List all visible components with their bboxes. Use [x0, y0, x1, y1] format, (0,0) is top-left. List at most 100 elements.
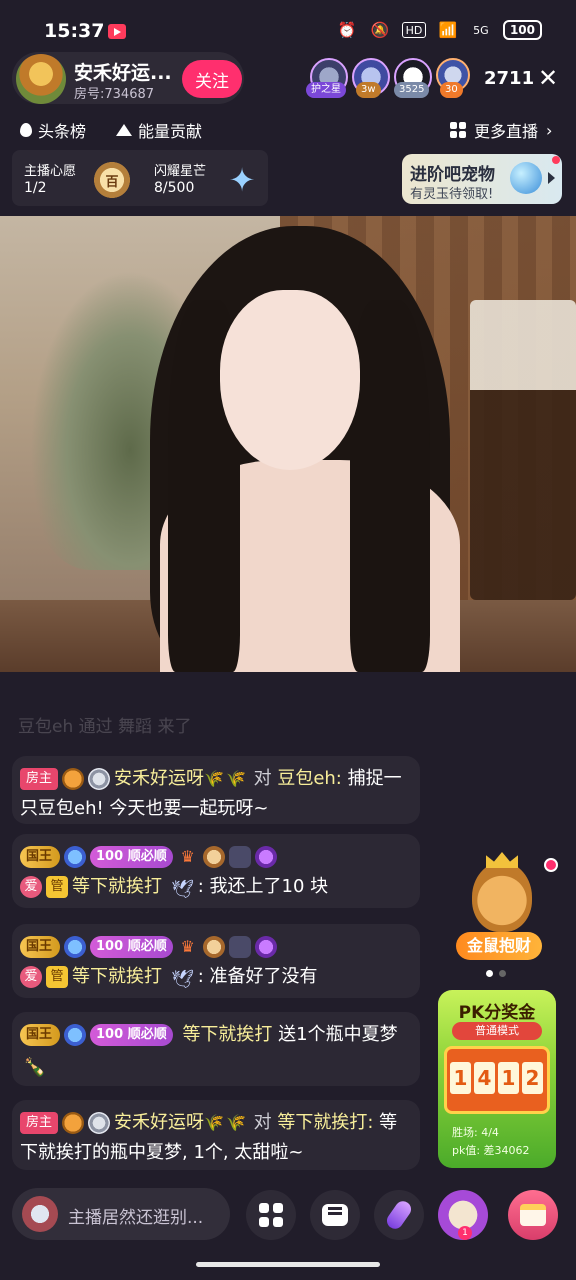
pk-mode: 普通模式	[452, 1022, 542, 1040]
guard-icon	[228, 936, 251, 958]
gift-icon	[520, 1204, 546, 1226]
bottle-gift-icon: 🍾	[23, 1057, 47, 1078]
pk-diff: pk值: 差34062	[452, 1144, 530, 1157]
love-tag: 爱	[20, 966, 42, 988]
star-icon: ✦	[228, 161, 256, 199]
bronze-medal-icon	[202, 936, 225, 958]
mic-icon	[383, 1198, 415, 1232]
chevron-right-icon: ›	[546, 120, 553, 140]
chat-message[interactable]: 房主 安禾好运呀🌾 🌾 对 等下就挨打: 等下就挨打的瓶中夏梦, 1个, 太甜啦~	[12, 1100, 420, 1170]
play-arrow-icon	[548, 172, 555, 184]
chat-message[interactable]: 房主 安禾好运呀🌾 🌾 对 豆包eh: 捕捉一只豆包eh! 今天也要一起玩呀~	[12, 756, 420, 824]
chat-message[interactable]: 国王 100 顺必顺 等下就挨打 送1个瓶中夏梦 🍾	[12, 1012, 420, 1086]
host-name: 安禾好运...	[74, 62, 172, 84]
king-badge: 国王	[20, 936, 61, 958]
bronze-medal-icon	[202, 846, 225, 868]
comment-placeholder: 主播居然还逛别...	[68, 1208, 204, 1228]
owner-tag: 房主	[20, 768, 59, 790]
gold-mouse-label: 金鼠抱财	[456, 932, 542, 960]
fan-club-name: 顺必顺	[127, 849, 167, 864]
crown-icon	[486, 852, 518, 868]
grid-icon	[259, 1203, 283, 1227]
mouse-mascot-icon	[472, 862, 532, 932]
silver-medal-icon	[88, 1112, 111, 1134]
user-avatar	[22, 1196, 58, 1232]
flame-icon	[20, 123, 32, 137]
grid-icon	[450, 122, 466, 138]
owner-tag: 房主	[20, 1112, 59, 1134]
screen-record-icon	[108, 24, 126, 39]
entry-notice: 豆包eh 通过 舞蹈 来了	[18, 717, 192, 737]
chat-username[interactable]: 安禾好运呀	[114, 1112, 204, 1133]
pk-win-count: 胜场: 4/4	[452, 1126, 499, 1139]
crown-icon: ♛	[180, 937, 195, 956]
clock: 15:37	[44, 20, 105, 42]
king-badge: 国王	[20, 846, 61, 868]
fan-count-badge: 1	[458, 1226, 472, 1240]
mute-icon: 🔕	[370, 21, 390, 39]
battery-icon: 100	[502, 20, 542, 40]
alarm-icon: ⏰	[337, 21, 357, 39]
hd-icon: HD	[401, 22, 426, 38]
fan-badge: 100 顺必顺	[90, 936, 173, 958]
level-medal-icon	[62, 768, 85, 790]
more-live-label: 更多直播	[474, 122, 539, 141]
gift-button[interactable]	[508, 1190, 558, 1240]
close-icon[interactable]: ✕	[538, 64, 558, 92]
headline-rank-label: 头条榜	[38, 122, 87, 141]
chat-icon	[322, 1204, 348, 1226]
viewer-badge-3: 3525	[394, 82, 430, 98]
promo-title: 进阶吧宠物	[410, 165, 495, 185]
chat-text: : 我还上了10 块	[197, 876, 329, 897]
wifi-icon: 📶	[438, 21, 458, 39]
host-avatar[interactable]	[16, 54, 66, 104]
fan-club-name: 顺必顺	[127, 939, 167, 954]
energy-rank[interactable]: 能量贡献	[116, 118, 202, 142]
more-button[interactable]	[246, 1190, 296, 1240]
chat-button[interactable]	[310, 1190, 360, 1240]
viewer-badge-1: 护之星	[306, 82, 346, 98]
room-id: 房号:734687	[74, 87, 155, 102]
online-count[interactable]: 2711	[484, 68, 534, 89]
mic-button[interactable]	[374, 1190, 424, 1240]
silver-medal-icon	[88, 768, 111, 790]
fan-club-name: 顺必顺	[127, 1027, 167, 1042]
pk-digit: 2	[522, 1062, 543, 1094]
home-indicator[interactable]	[196, 1262, 380, 1267]
follow-button[interactable]: 关注	[182, 60, 242, 98]
star-level-icon	[64, 936, 87, 958]
chat-text: : 准备好了没有	[197, 966, 318, 987]
viewer-badge-2: 3w	[356, 82, 381, 98]
pk-title: PK分奖金	[458, 1003, 536, 1023]
chat-text: 送1个瓶中夏梦	[278, 1024, 398, 1045]
level-medal-icon	[62, 1112, 85, 1134]
video-shelf	[470, 300, 576, 600]
pk-digit: 1	[498, 1062, 519, 1094]
chat-username[interactable]: 等下就挨打	[72, 966, 162, 987]
chat-to: 对	[253, 1112, 272, 1133]
chat-username[interactable]: 安禾好运呀	[114, 768, 204, 789]
brother-badge-icon	[254, 846, 277, 868]
swallow-icon: 🕊	[171, 969, 195, 990]
fan-level: 100	[96, 939, 124, 954]
chat-message[interactable]: 国王 100 顺必顺 ♛ 爱管等下就挨打 🕊: 准备好了没有	[12, 924, 420, 998]
chat-target[interactable]: 等下就挨打:	[277, 1112, 373, 1133]
chat-target[interactable]: 豆包eh:	[277, 768, 342, 789]
pk-digit: 4	[474, 1062, 495, 1094]
gem-icon	[510, 162, 542, 194]
swallow-icon: 🕊	[171, 879, 195, 900]
notification-dot	[544, 858, 558, 872]
more-live-button[interactable]: 更多直播 ›	[450, 118, 552, 142]
promo-subtitle: 有灵玉待领取!	[410, 187, 494, 202]
wheat-icon: 🌾	[225, 1113, 246, 1132]
chat-username[interactable]: 等下就挨打	[72, 876, 162, 897]
chat-username[interactable]: 等下就挨打	[182, 1024, 272, 1045]
brother-badge-icon	[254, 936, 277, 958]
streamer-hair-right	[350, 300, 430, 672]
viewer-badge-4: 30	[440, 82, 463, 98]
streamer-face	[220, 290, 360, 470]
chat-message[interactable]: 国王 100 顺必顺 ♛ 爱管等下就挨打 🕊: 我还上了10 块	[12, 834, 420, 908]
headline-rank[interactable]: 头条榜	[20, 118, 86, 142]
king-badge: 国王	[20, 1024, 61, 1046]
wish-medal-icon: 百	[90, 160, 134, 200]
